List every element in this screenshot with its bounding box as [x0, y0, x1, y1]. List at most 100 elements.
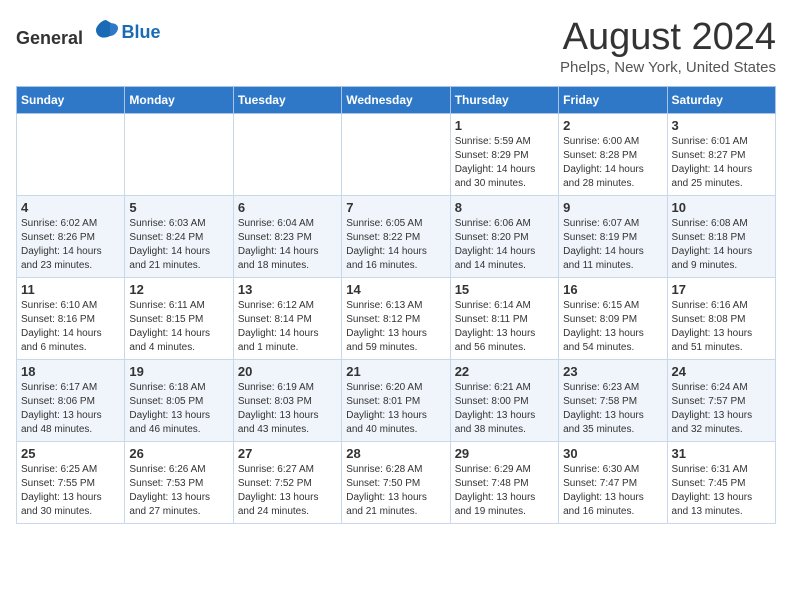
day-info: Sunrise: 6:12 AM Sunset: 8:14 PM Dayligh… — [238, 299, 337, 355]
logo: General Blue — [16, 16, 161, 49]
day-number: 12 — [129, 282, 228, 297]
day-number: 28 — [346, 446, 445, 461]
day-info: Sunrise: 6:02 AM Sunset: 8:26 PM Dayligh… — [21, 217, 120, 273]
day-info: Sunrise: 6:04 AM Sunset: 8:23 PM Dayligh… — [238, 217, 337, 273]
month-title: August 2024 — [560, 16, 776, 59]
calendar-cell: 24 Sunrise: 6:24 AM Sunset: 7:57 PM Dayli… — [667, 360, 775, 442]
day-info: Sunrise: 5:59 AM Sunset: 8:29 PM Dayligh… — [455, 135, 554, 191]
day-number: 18 — [21, 364, 120, 379]
calendar-cell: 7Sunrise: 6:05 AM Sunset: 8:22 PM Daylig… — [342, 196, 450, 278]
day-info: Sunrise: 6:31 AM Sunset: 7:45 PM Dayligh… — [672, 463, 771, 519]
day-number: 19 — [129, 364, 228, 379]
day-number: 25 — [21, 446, 120, 461]
week-row-2: 4 Sunrise: 6:02 AM Sunset: 8:26 PM Daylig… — [17, 196, 776, 278]
day-info: Sunrise: 6:01 AM Sunset: 8:27 PM Dayligh… — [672, 135, 771, 191]
calendar-cell — [17, 114, 125, 196]
day-info: Sunrise: 6:23 AM Sunset: 7:58 PM Dayligh… — [563, 381, 662, 437]
day-info: Sunrise: 6:16 AM Sunset: 8:08 PM Dayligh… — [672, 299, 771, 355]
day-info: Sunrise: 6:25 AM Sunset: 7:55 PM Dayligh… — [21, 463, 120, 519]
day-info: Sunrise: 6:30 AM Sunset: 7:47 PM Dayligh… — [563, 463, 662, 519]
day-number: 22 — [455, 364, 554, 379]
day-number: 2 — [563, 118, 662, 133]
day-number: 27 — [238, 446, 337, 461]
day-info: Sunrise: 6:19 AM Sunset: 8:03 PM Dayligh… — [238, 381, 337, 437]
day-number: 1 — [455, 118, 554, 133]
day-info: Sunrise: 6:20 AM Sunset: 8:01 PM Dayligh… — [346, 381, 445, 437]
logo-blue: Blue — [122, 22, 161, 43]
calendar-cell — [342, 114, 450, 196]
calendar-cell: 16 Sunrise: 6:15 AM Sunset: 8:09 PM Dayli… — [559, 278, 667, 360]
day-number: 15 — [455, 282, 554, 297]
calendar-cell: 4 Sunrise: 6:02 AM Sunset: 8:26 PM Daylig… — [17, 196, 125, 278]
calendar-cell: 9 Sunrise: 6:07 AM Sunset: 8:19 PM Daylig… — [559, 196, 667, 278]
calendar-cell: 13 Sunrise: 6:12 AM Sunset: 8:14 PM Dayli… — [233, 278, 341, 360]
day-number: 26 — [129, 446, 228, 461]
day-info: Sunrise: 6:08 AM Sunset: 8:18 PM Dayligh… — [672, 217, 771, 273]
day-info: Sunrise: 6:24 AM Sunset: 7:57 PM Dayligh… — [672, 381, 771, 437]
day-number: 6 — [238, 200, 337, 215]
weekday-tuesday: Tuesday — [233, 87, 341, 114]
day-number: 8 — [455, 200, 554, 215]
calendar-cell: 19Sunrise: 6:18 AM Sunset: 8:05 PM Dayli… — [125, 360, 233, 442]
title-section: August 2024 Phelps, New York, United Sta… — [560, 16, 776, 76]
day-number: 30 — [563, 446, 662, 461]
day-number: 17 — [672, 282, 771, 297]
calendar-cell: 15Sunrise: 6:14 AM Sunset: 8:11 PM Dayli… — [450, 278, 558, 360]
logo-general: General — [16, 28, 83, 48]
calendar-cell: 2 Sunrise: 6:00 AM Sunset: 8:28 PM Daylig… — [559, 114, 667, 196]
calendar-cell: 29Sunrise: 6:29 AM Sunset: 7:48 PM Dayli… — [450, 442, 558, 524]
calendar-cell: 11 Sunrise: 6:10 AM Sunset: 8:16 PM Dayli… — [17, 278, 125, 360]
header: General Blue August 2024 Phelps, New Yor… — [16, 16, 776, 76]
weekday-header-row: SundayMondayTuesdayWednesdayThursdayFrid… — [17, 87, 776, 114]
week-row-3: 11 Sunrise: 6:10 AM Sunset: 8:16 PM Dayli… — [17, 278, 776, 360]
week-row-4: 18 Sunrise: 6:17 AM Sunset: 8:06 PM Dayli… — [17, 360, 776, 442]
day-number: 3 — [672, 118, 771, 133]
calendar-cell: 1 Sunrise: 5:59 AM Sunset: 8:29 PM Daylig… — [450, 114, 558, 196]
day-info: Sunrise: 6:00 AM Sunset: 8:28 PM Dayligh… — [563, 135, 662, 191]
day-info: Sunrise: 6:17 AM Sunset: 8:06 PM Dayligh… — [21, 381, 120, 437]
weekday-monday: Monday — [125, 87, 233, 114]
calendar-cell: 30 Sunrise: 6:30 AM Sunset: 7:47 PM Dayli… — [559, 442, 667, 524]
day-info: Sunrise: 6:13 AM Sunset: 8:12 PM Dayligh… — [346, 299, 445, 355]
calendar-cell: 31Sunrise: 6:31 AM Sunset: 7:45 PM Dayli… — [667, 442, 775, 524]
weekday-friday: Friday — [559, 87, 667, 114]
weekday-wednesday: Wednesday — [342, 87, 450, 114]
day-info: Sunrise: 6:06 AM Sunset: 8:20 PM Dayligh… — [455, 217, 554, 273]
day-info: Sunrise: 6:26 AM Sunset: 7:53 PM Dayligh… — [129, 463, 228, 519]
calendar-cell: 17 Sunrise: 6:16 AM Sunset: 8:08 PM Dayli… — [667, 278, 775, 360]
day-number: 14 — [346, 282, 445, 297]
day-number: 7 — [346, 200, 445, 215]
day-number: 24 — [672, 364, 771, 379]
day-info: Sunrise: 6:03 AM Sunset: 8:24 PM Dayligh… — [129, 217, 228, 273]
calendar-cell: 23 Sunrise: 6:23 AM Sunset: 7:58 PM Dayli… — [559, 360, 667, 442]
day-number: 13 — [238, 282, 337, 297]
day-number: 21 — [346, 364, 445, 379]
day-number: 4 — [21, 200, 120, 215]
day-info: Sunrise: 6:15 AM Sunset: 8:09 PM Dayligh… — [563, 299, 662, 355]
calendar-cell: 6 Sunrise: 6:04 AM Sunset: 8:23 PM Daylig… — [233, 196, 341, 278]
day-number: 9 — [563, 200, 662, 215]
weekday-saturday: Saturday — [667, 87, 775, 114]
logo-icon — [92, 16, 120, 44]
day-number: 23 — [563, 364, 662, 379]
day-number: 11 — [21, 282, 120, 297]
calendar-cell: 25 Sunrise: 6:25 AM Sunset: 7:55 PM Dayli… — [17, 442, 125, 524]
calendar-cell: 20 Sunrise: 6:19 AM Sunset: 8:03 PM Dayli… — [233, 360, 341, 442]
calendar-cell: 27 Sunrise: 6:27 AM Sunset: 7:52 PM Dayli… — [233, 442, 341, 524]
day-number: 20 — [238, 364, 337, 379]
day-info: Sunrise: 6:10 AM Sunset: 8:16 PM Dayligh… — [21, 299, 120, 355]
day-number: 5 — [129, 200, 228, 215]
day-info: Sunrise: 6:11 AM Sunset: 8:15 PM Dayligh… — [129, 299, 228, 355]
day-info: Sunrise: 6:27 AM Sunset: 7:52 PM Dayligh… — [238, 463, 337, 519]
day-number: 29 — [455, 446, 554, 461]
week-row-5: 25 Sunrise: 6:25 AM Sunset: 7:55 PM Dayli… — [17, 442, 776, 524]
day-info: Sunrise: 6:07 AM Sunset: 8:19 PM Dayligh… — [563, 217, 662, 273]
calendar: SundayMondayTuesdayWednesdayThursdayFrid… — [16, 86, 776, 524]
calendar-cell: 3 Sunrise: 6:01 AM Sunset: 8:27 PM Daylig… — [667, 114, 775, 196]
day-number: 16 — [563, 282, 662, 297]
week-row-1: 1 Sunrise: 5:59 AM Sunset: 8:29 PM Daylig… — [17, 114, 776, 196]
calendar-cell — [233, 114, 341, 196]
calendar-cell: 21 Sunrise: 6:20 AM Sunset: 8:01 PM Dayli… — [342, 360, 450, 442]
calendar-cell: 22Sunrise: 6:21 AM Sunset: 8:00 PM Dayli… — [450, 360, 558, 442]
calendar-cell: 14 Sunrise: 6:13 AM Sunset: 8:12 PM Dayli… — [342, 278, 450, 360]
